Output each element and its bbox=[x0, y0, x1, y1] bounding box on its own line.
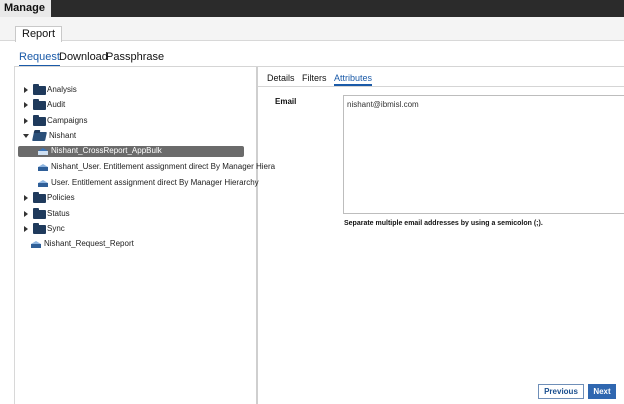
expand-arrow-icon[interactable] bbox=[24, 211, 28, 217]
tab-request[interactable]: Request bbox=[19, 50, 60, 67]
next-button[interactable]: Next bbox=[588, 384, 616, 399]
tree-item-label: User. Entitlement assignment direct By M… bbox=[51, 178, 259, 187]
report-tab[interactable]: Report bbox=[15, 26, 63, 42]
report-icon bbox=[38, 148, 48, 155]
folder-icon bbox=[33, 208, 46, 219]
report-icon bbox=[38, 164, 48, 171]
app-title: Manage bbox=[0, 0, 51, 17]
email-textarea[interactable]: nishant@ibmisl.com bbox=[343, 95, 624, 214]
tree-item-label: Nishant_CrossReport_AppBulk bbox=[51, 146, 162, 155]
previous-button[interactable]: Previous bbox=[538, 384, 584, 399]
tree-item-label: Sync bbox=[47, 224, 65, 233]
expand-arrow-icon[interactable] bbox=[24, 226, 28, 232]
folder-icon bbox=[33, 84, 46, 95]
tree-item-label: Analysis bbox=[47, 85, 77, 94]
folder-icon bbox=[33, 192, 46, 203]
expand-arrow-icon[interactable] bbox=[24, 118, 28, 124]
tree-item-label: Nishant bbox=[49, 131, 77, 140]
tree-item-label: Status bbox=[47, 209, 70, 218]
report-icon bbox=[31, 241, 41, 248]
detail-tabs-divider bbox=[258, 86, 624, 87]
tab-download[interactable]: Download bbox=[59, 50, 108, 64]
folder-icon bbox=[33, 115, 46, 126]
tree-item-label: Audit bbox=[47, 100, 66, 109]
tree-item-label: Nishant_Request_Report bbox=[44, 239, 134, 248]
tab-filters[interactable]: Filters bbox=[302, 72, 327, 84]
report-icon bbox=[38, 180, 48, 187]
email-label: Email bbox=[275, 97, 297, 106]
report-header: Report bbox=[0, 17, 624, 42]
tree-item-label: Policies bbox=[47, 193, 75, 202]
pane-splitter[interactable] bbox=[256, 67, 258, 404]
tab-attributes[interactable]: Attributes bbox=[334, 72, 373, 86]
expand-arrow-icon[interactable] bbox=[24, 195, 28, 201]
folder-icon bbox=[33, 223, 46, 234]
open-folder-icon bbox=[32, 132, 47, 141]
tab-details[interactable]: Details bbox=[267, 72, 295, 84]
folder-icon bbox=[33, 99, 46, 110]
tree-item-label: Campaigns bbox=[47, 116, 88, 125]
expand-arrow-icon[interactable] bbox=[24, 87, 28, 93]
tab-passphrase[interactable]: Passphrase bbox=[106, 50, 164, 64]
tree-item-label: Nishant_User. Entitlement assignment dir… bbox=[51, 162, 276, 171]
top-bar: Manage bbox=[0, 0, 624, 17]
collapse-arrow-icon[interactable] bbox=[23, 134, 29, 138]
email-hint: Separate multiple email addresses by usi… bbox=[344, 220, 543, 227]
expand-arrow-icon[interactable] bbox=[24, 102, 28, 108]
